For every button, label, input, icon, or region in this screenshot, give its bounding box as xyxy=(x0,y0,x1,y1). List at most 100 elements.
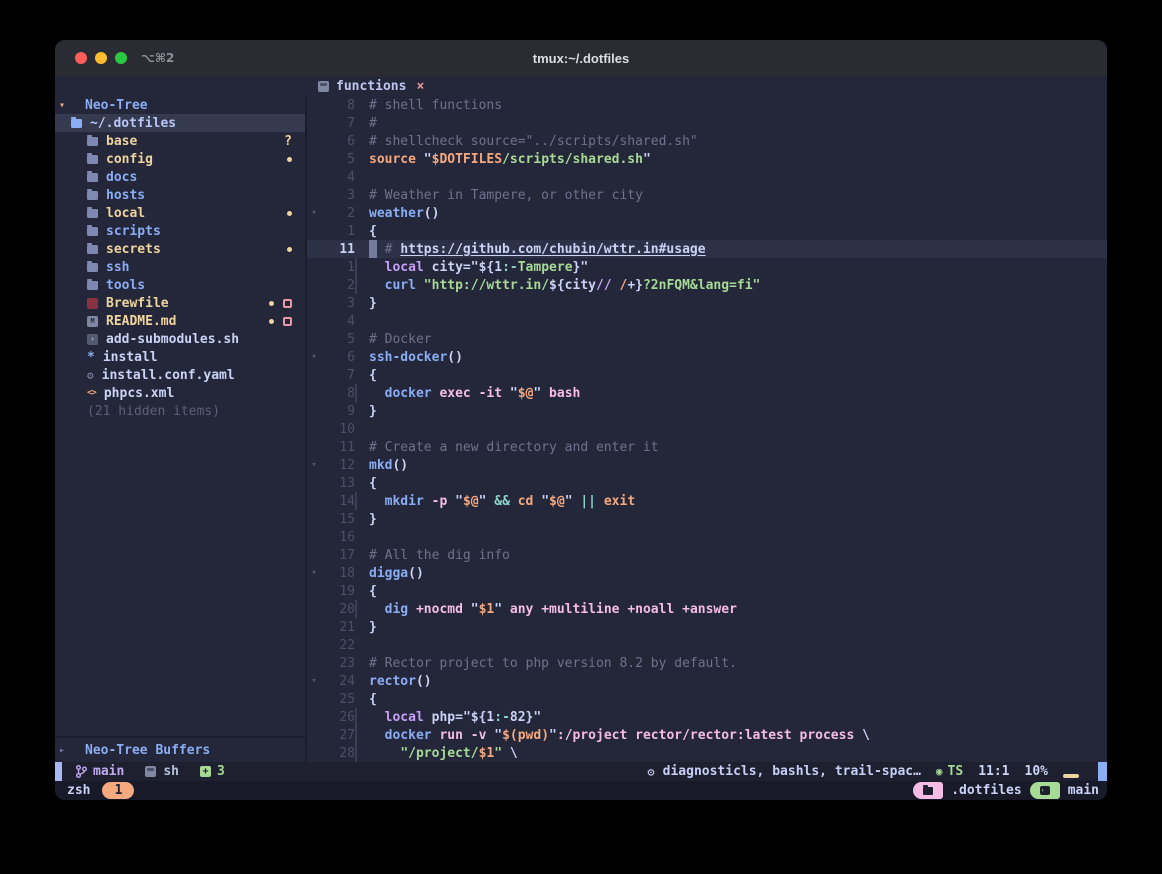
syntax-segment: exit xyxy=(604,494,635,509)
fold-chevron-icon[interactable]: ▾ xyxy=(307,568,321,578)
code-line[interactable]: 22 xyxy=(307,636,1107,654)
code-line[interactable]: 14 mkdir -p "$@" && cd "$@" || exit xyxy=(307,492,1107,510)
code-text: { xyxy=(369,584,377,599)
code-line[interactable]: 21} xyxy=(307,618,1107,636)
tree-row[interactable]: docs xyxy=(55,168,305,186)
code-line[interactable]: 26 local php="${1:-82}" xyxy=(307,708,1107,726)
code-line[interactable]: 3} xyxy=(307,294,1107,312)
code-line[interactable]: 28 "/project/$1" \ xyxy=(307,744,1107,762)
fold-chevron-icon[interactable]: ▾ xyxy=(307,352,321,362)
code-line[interactable]: 4 xyxy=(307,168,1107,186)
code-text: # shell functions xyxy=(369,98,502,113)
git-status-badges xyxy=(287,247,305,252)
tree-row[interactable]: hosts xyxy=(55,186,305,204)
indent-guide xyxy=(355,744,357,762)
code-line[interactable]: 7{ xyxy=(307,366,1107,384)
tree-row[interactable]: Brewfile xyxy=(55,294,305,312)
line-number: 5 xyxy=(321,152,355,167)
folder-icon xyxy=(87,208,98,218)
code-line[interactable]: 7# xyxy=(307,114,1107,132)
cursor-position: 11:1 xyxy=(978,764,1009,779)
line-number: 3 xyxy=(321,296,355,311)
code-line[interactable]: 9} xyxy=(307,402,1107,420)
code-line[interactable]: 6# shellcheck source="../scripts/shared.… xyxy=(307,132,1107,150)
minimize-window-button[interactable] xyxy=(95,52,107,64)
syntax-segment: " xyxy=(549,728,557,743)
scroll-percent: 10% xyxy=(1025,764,1048,779)
code-text: weather() xyxy=(369,206,439,221)
code-line[interactable]: 1 local city="${1:-Tampere}" xyxy=(307,258,1107,276)
code-line[interactable]: 5# Docker xyxy=(307,330,1107,348)
code-line[interactable]: ▾24rector() xyxy=(307,672,1107,690)
zoom-window-button[interactable] xyxy=(115,52,127,64)
tab-functions[interactable]: functions × xyxy=(318,76,424,96)
scrollbar-thumb[interactable] xyxy=(1098,762,1107,781)
tmux-session-badge: › xyxy=(1030,782,1060,799)
line-number: 23 xyxy=(321,656,355,671)
code-line[interactable]: ▾12mkd() xyxy=(307,456,1107,474)
syntax-segment: # shell functions xyxy=(369,98,502,113)
tmux-directory-label: .dotfiles xyxy=(951,783,1021,798)
neo-tree-header[interactable]: ▾Neo-Tree xyxy=(55,96,305,114)
terminal-window: ⌥⌘2 tmux:~/.dotfiles functions × ▾Neo-Tr… xyxy=(55,40,1107,800)
code-line[interactable]: 8 docker exec -it "$@" bash xyxy=(307,384,1107,402)
code-line-current[interactable]: 11 # https://github.com/chubin/wttr.in#u… xyxy=(307,240,1107,258)
code-line[interactable]: 17# All the dig info xyxy=(307,546,1107,564)
syntax-segment: { xyxy=(369,476,377,491)
tree-row[interactable]: secrets xyxy=(55,240,305,258)
code-line[interactable]: ▾18digga() xyxy=(307,564,1107,582)
tree-row[interactable]: MREADME.md xyxy=(55,312,305,330)
code-line[interactable]: 15} xyxy=(307,510,1107,528)
code-line[interactable]: 5source "$DOTFILES/scripts/shared.sh" xyxy=(307,150,1107,168)
code-text: } xyxy=(369,296,377,311)
syntax-segment: curl xyxy=(385,278,416,293)
line-number: 26 xyxy=(321,710,355,725)
tab-close-icon[interactable]: × xyxy=(416,79,424,94)
tree-row[interactable]: *install xyxy=(55,348,305,366)
tree-row[interactable]: scripts xyxy=(55,222,305,240)
code-line[interactable]: 25{ xyxy=(307,690,1107,708)
tree-row[interactable]: <>phpcs.xml xyxy=(55,384,305,402)
git-status-badges xyxy=(287,157,305,162)
syntax-segment: }" xyxy=(573,260,589,275)
fold-chevron-icon[interactable]: ▾ xyxy=(307,208,321,218)
code-line[interactable]: 4 xyxy=(307,312,1107,330)
code-line[interactable]: 10 xyxy=(307,420,1107,438)
fold-chevron-icon[interactable]: ▾ xyxy=(307,676,321,686)
code-line[interactable]: 8# shell functions xyxy=(307,96,1107,114)
fold-chevron-icon[interactable]: ▾ xyxy=(307,460,321,470)
tree-row[interactable]: ssh xyxy=(55,258,305,276)
syntax-segment: " xyxy=(463,602,479,617)
code-line[interactable]: 20 dig +nocmd "$1" any +multiline +noall… xyxy=(307,600,1107,618)
code-line[interactable]: 1{ xyxy=(307,222,1107,240)
code-line[interactable]: 11# Create a new directory and enter it xyxy=(307,438,1107,456)
line-number: 21 xyxy=(321,620,355,635)
tree-row[interactable]: ⚙install.conf.yaml xyxy=(55,366,305,384)
tree-row[interactable]: tools xyxy=(55,276,305,294)
code-line[interactable]: 27 docker run -v "$(pwd)":/project recto… xyxy=(307,726,1107,744)
syntax-segment: } xyxy=(369,512,377,527)
tree-row[interactable]: ›add-submodules.sh xyxy=(55,330,305,348)
code-line[interactable]: 2 curl "http://wttr.in/${city// /+}?2nFQ… xyxy=(307,276,1107,294)
tree-row[interactable]: local xyxy=(55,204,305,222)
syntax-segment: Tampere xyxy=(518,260,573,275)
syntax-segment: " xyxy=(447,494,463,509)
line-number: 24 xyxy=(321,674,355,689)
tree-row[interactable]: base? xyxy=(55,132,305,150)
gear-icon: ⚙ xyxy=(87,370,94,381)
code-line[interactable]: 13{ xyxy=(307,474,1107,492)
code-line[interactable]: 19{ xyxy=(307,582,1107,600)
code-line[interactable]: ▾6ssh-docker() xyxy=(307,348,1107,366)
close-window-button[interactable] xyxy=(75,52,87,64)
code-line[interactable]: ▾2weather() xyxy=(307,204,1107,222)
tree-row[interactable]: config xyxy=(55,150,305,168)
code-line[interactable]: 16 xyxy=(307,528,1107,546)
code-line[interactable]: 23 # Rector project to php version 8.2 by… xyxy=(307,654,1107,672)
tree-row[interactable]: ~/.dotfiles xyxy=(55,114,305,132)
chevron-down-icon[interactable]: ▾ xyxy=(55,100,69,111)
syntax-segment: # Rector project to php version 8.2 by d… xyxy=(369,656,737,671)
neo-tree-buffers-header[interactable]: ▸ Neo-Tree Buffers xyxy=(55,736,305,762)
code-line[interactable]: 3# Weather in Tampere, or other city xyxy=(307,186,1107,204)
tmux-window-index-badge[interactable]: 1 xyxy=(102,782,134,799)
mode-indicator-block xyxy=(55,762,62,781)
